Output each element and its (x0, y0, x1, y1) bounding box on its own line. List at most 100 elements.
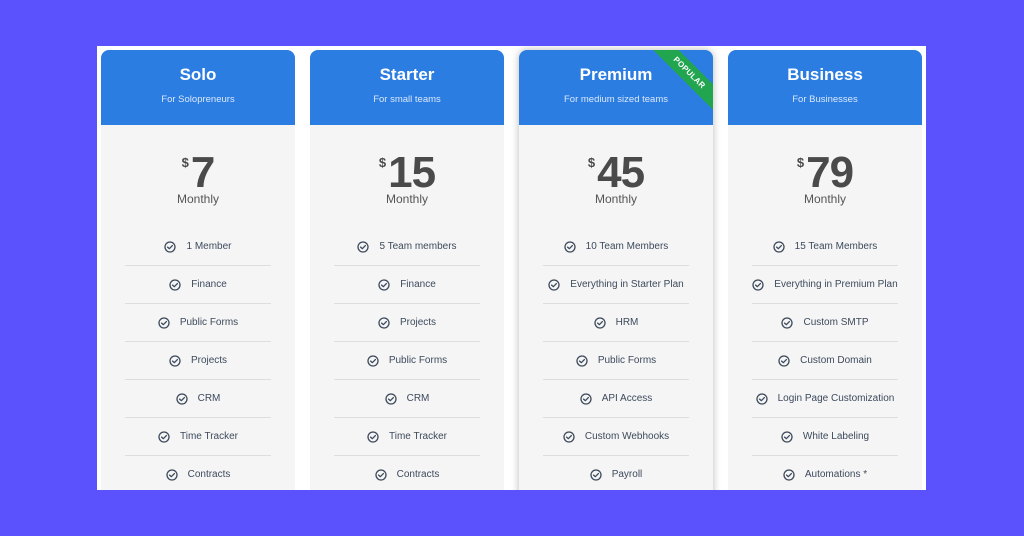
price-amount: 7 (190, 148, 216, 197)
feature-item: CRM (125, 380, 271, 418)
feature-item: Custom SMTP (752, 304, 898, 342)
feature-label: Finance (400, 279, 436, 290)
check-circle-icon (564, 240, 576, 253)
check-circle-icon (169, 278, 181, 291)
check-circle-icon (378, 316, 390, 329)
feature-label: HRM (615, 317, 639, 328)
plan-subtitle: For small teams (373, 94, 441, 105)
pricing-card-premium: Premium For medium sized teams POPULAR $… (519, 50, 713, 490)
card-header: Starter For small teams (310, 50, 504, 125)
price-amount: 15 (388, 148, 436, 197)
price: $7 (101, 151, 295, 195)
check-circle-icon (175, 392, 188, 405)
feature-item: Time Tracker (334, 418, 480, 456)
feature-item: 5 Team members (334, 228, 480, 266)
feature-item: Projects (334, 304, 480, 342)
currency-symbol: $ (796, 155, 805, 170)
feature-item: HRM (543, 304, 689, 342)
feature-label: CRM (197, 393, 221, 404)
pricing-card-starter: Starter For small teams $15 Monthly 5 Te… (310, 50, 504, 490)
feature-item: Contracts (334, 456, 480, 490)
check-circle-icon (384, 392, 397, 405)
check-circle-icon (752, 278, 764, 291)
price: $79 (728, 151, 922, 195)
feature-item: Public Forms (334, 342, 480, 380)
pricing-card-business: Business For Businesses $79 Monthly 15 T… (728, 50, 922, 490)
feature-label: CRM (406, 393, 430, 404)
feature-item: Finance (125, 266, 271, 304)
feature-label: Custom Domain (800, 355, 872, 366)
check-circle-icon (593, 316, 606, 329)
check-circle-icon (158, 430, 170, 443)
feature-item: 1 Member (125, 228, 271, 266)
check-circle-icon (548, 278, 560, 291)
card-header: Solo For Solopreneurs (101, 50, 295, 125)
plan-subtitle: For Solopreneurs (161, 94, 235, 105)
check-circle-icon (773, 240, 785, 253)
feature-label: White Labeling (802, 431, 870, 442)
feature-label: Finance (191, 279, 227, 290)
check-circle-icon (576, 354, 588, 367)
feature-label: Time Tracker (180, 431, 238, 442)
feature-label: Public Forms (179, 317, 239, 328)
check-circle-icon (367, 354, 379, 367)
pricing-panel: Solo For Solopreneurs $7 Monthly 1 Membe… (97, 46, 926, 490)
feature-item: Everything in Starter Plan (543, 266, 689, 304)
feature-label: Login Page Customization (777, 393, 895, 404)
feature-label: Contracts (187, 469, 231, 480)
feature-item: Public Forms (543, 342, 689, 380)
feature-label: Public Forms (597, 355, 657, 366)
feature-label: Payroll (611, 469, 643, 480)
check-circle-icon (357, 240, 370, 253)
check-circle-icon (755, 392, 768, 405)
price-amount: 79 (806, 148, 854, 197)
feature-item: Time Tracker (125, 418, 271, 456)
feature-label: Automations * (804, 469, 868, 480)
feature-item: Everything in Premium Plan (752, 266, 898, 304)
feature-list: 5 Team members Finance Projects Public Form… (310, 228, 504, 490)
plan-name: Starter (379, 65, 435, 84)
feature-label: 10 Team Members (585, 241, 669, 252)
currency-symbol: $ (587, 155, 596, 170)
check-circle-icon (378, 278, 390, 291)
price: $15 (310, 151, 504, 195)
feature-item: Finance (334, 266, 480, 304)
feature-label: Custom Webhooks (584, 431, 670, 442)
check-circle-icon (781, 430, 793, 443)
feature-label: API Access (601, 393, 653, 404)
plan-name: Business (787, 65, 863, 84)
feature-label: Projects (190, 355, 228, 366)
feature-label: 5 Team members (379, 241, 457, 252)
feature-label: Contracts (396, 469, 440, 480)
check-circle-icon (783, 468, 795, 481)
check-circle-icon (374, 468, 387, 481)
feature-item: Login Page Customization (752, 380, 898, 418)
feature-item: Public Forms (125, 304, 271, 342)
feature-list: 10 Team Members Everything in Starter Pla… (519, 228, 713, 490)
feature-item: API Access (543, 380, 689, 418)
card-header: Premium For medium sized teams POPULAR (519, 50, 713, 125)
currency-symbol: $ (181, 155, 189, 170)
check-circle-icon (580, 392, 592, 405)
feature-list: 15 Team Members Everything in Premium Pla… (728, 228, 922, 490)
check-circle-icon (590, 468, 602, 481)
feature-label: Everything in Premium Plan (774, 279, 898, 290)
feature-item: Projects (125, 342, 271, 380)
check-circle-icon (367, 430, 379, 443)
feature-list: 1 Member Finance Public Forms Projects CRM Ti… (101, 228, 295, 490)
feature-label: Projects (399, 317, 437, 328)
check-circle-icon (563, 430, 575, 443)
feature-item: White Labeling (752, 418, 898, 456)
plan-subtitle: For Businesses (792, 94, 858, 105)
feature-item: Custom Domain (752, 342, 898, 380)
plan-name: Solo (179, 65, 217, 84)
feature-item: Contracts (125, 456, 271, 490)
pricing-card-solo: Solo For Solopreneurs $7 Monthly 1 Membe… (101, 50, 295, 490)
price-amount: 45 (597, 148, 645, 197)
feature-item: Custom Webhooks (543, 418, 689, 456)
plan-subtitle: For medium sized teams (563, 94, 668, 105)
check-circle-icon (169, 354, 181, 367)
check-circle-icon (778, 354, 790, 367)
card-header: Business For Businesses (728, 50, 922, 125)
feature-label: 1 Member (186, 241, 232, 252)
